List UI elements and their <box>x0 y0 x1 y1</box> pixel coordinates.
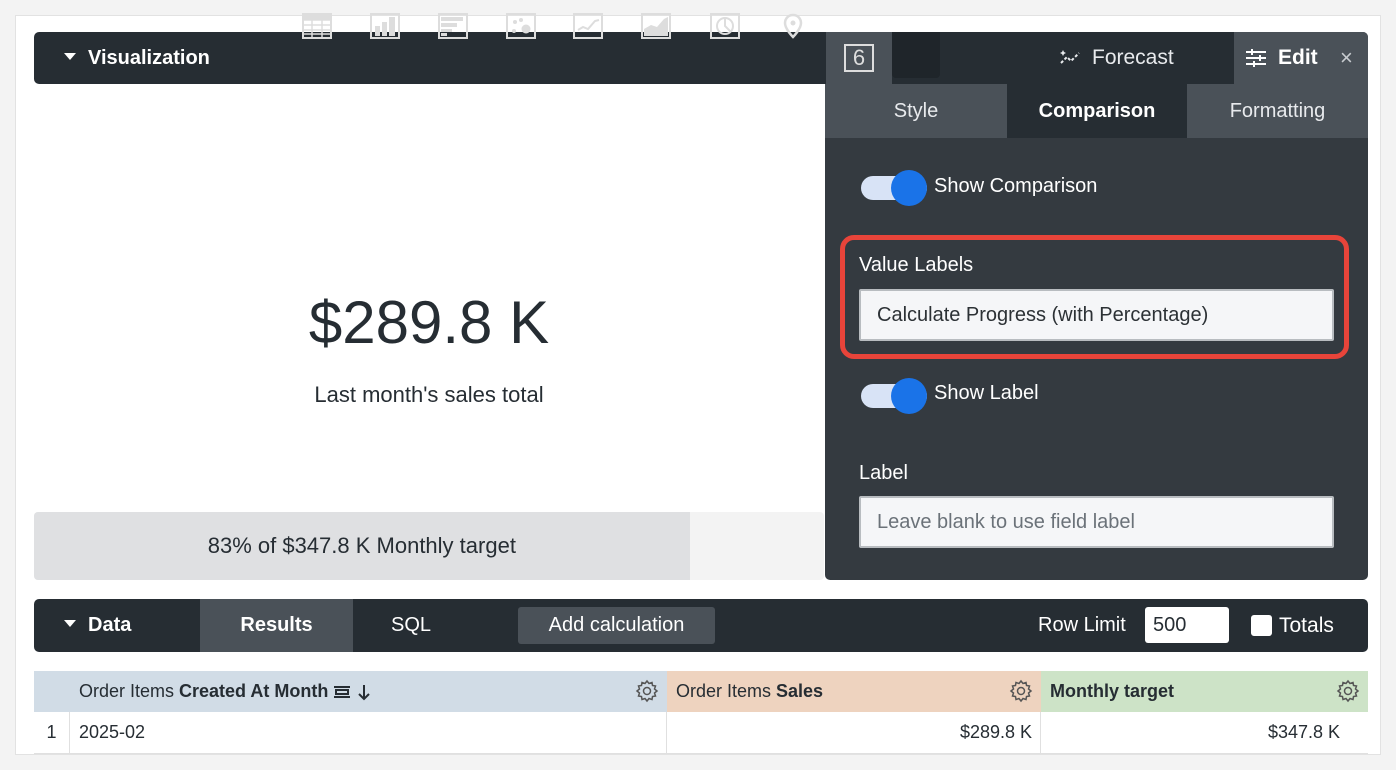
show-comparison-label: Show Comparison <box>934 175 1098 197</box>
forecast-icon <box>1060 50 1080 64</box>
close-icon[interactable]: × <box>1340 46 1353 70</box>
column-name: Monthly target <box>1050 681 1174 701</box>
toggle-knob <box>891 170 927 206</box>
sort-descending-icon[interactable] <box>356 683 372 701</box>
table-cell: $289.8 K <box>667 712 1041 754</box>
more-icon[interactable]: ••• <box>901 12 931 40</box>
totals-checkbox[interactable] <box>1251 615 1272 636</box>
tab-sql[interactable]: SQL <box>353 599 469 652</box>
toggle-knob <box>891 378 927 414</box>
sliders-icon <box>1246 49 1266 67</box>
show-label-toggle[interactable] <box>861 378 927 414</box>
pivot-icon <box>334 685 351 698</box>
data-title: Data <box>88 614 132 636</box>
value-labels-select[interactable]: Calculate Progress (with Percentage) <box>859 289 1334 341</box>
comparison-progress-bar: 83% of $347.8 K Monthly target <box>34 512 824 580</box>
gear-icon[interactable] <box>1009 679 1033 703</box>
gear-icon[interactable] <box>635 679 659 703</box>
column-header-created-month[interactable]: Order Items Created At Month <box>70 671 667 712</box>
label-input[interactable]: Leave blank to use field label <box>859 496 1334 548</box>
add-calculation-button[interactable]: Add calculation <box>518 607 715 644</box>
bar-chart-icon[interactable] <box>438 12 468 40</box>
tab-comparison[interactable]: Comparison <box>1007 84 1187 138</box>
data-bar: Data Results SQL Add calculation Row Lim… <box>34 599 1368 652</box>
area-chart-icon[interactable] <box>641 12 671 40</box>
edit-tabs: Style Comparison Formatting <box>825 84 1368 138</box>
value-labels-label: Value Labels <box>859 254 974 276</box>
tab-results[interactable]: Results <box>200 599 353 652</box>
row-limit-input[interactable]: 500 <box>1145 607 1229 643</box>
label-field-label: Label <box>859 462 908 484</box>
progress-text: 83% of $347.8 K Monthly target <box>207 533 516 558</box>
column-name: Created At Month <box>179 681 329 701</box>
edit-panel: Style Comparison Formatting Show Compari… <box>825 84 1368 580</box>
column-chart-icon[interactable] <box>370 12 400 40</box>
visualization-toggle[interactable]: Visualization <box>64 32 210 84</box>
gear-icon[interactable] <box>1336 679 1360 703</box>
row-limit-label: Row Limit <box>1038 614 1126 636</box>
table-cell: 2025-02 <box>70 712 667 754</box>
show-comparison-toggle[interactable] <box>861 170 927 206</box>
column-header-monthly-target[interactable]: Monthly target <box>1041 671 1368 712</box>
pie-chart-icon[interactable] <box>710 12 740 40</box>
edit-label: Edit <box>1278 46 1318 69</box>
tab-formatting[interactable]: Formatting <box>1187 84 1368 138</box>
caret-down-icon <box>64 620 76 628</box>
edit-button[interactable]: Edit <box>1244 32 1318 84</box>
single-value-subtitle: Last month's sales total <box>314 382 544 407</box>
column-prefix: Order Items <box>79 681 180 701</box>
column-prefix: Order Items <box>676 681 777 701</box>
scatter-chart-icon[interactable] <box>506 12 536 40</box>
single-value-number: $289.8 K <box>308 289 550 356</box>
column-header-sales[interactable]: Order Items Sales <box>667 671 1041 712</box>
row-index-header <box>34 671 70 712</box>
single-value-icon[interactable]: 6 <box>844 44 874 72</box>
forecast-button[interactable]: Forecast <box>1058 32 1174 84</box>
table-cell: $347.8 K <box>1041 712 1368 754</box>
line-chart-icon[interactable] <box>573 12 603 40</box>
column-name: Sales <box>776 681 824 701</box>
table-icon[interactable] <box>302 12 332 40</box>
tab-style[interactable]: Style <box>825 84 1007 138</box>
totals-label: Totals <box>1279 614 1334 637</box>
data-toggle[interactable]: Data <box>64 599 131 652</box>
row-index: 1 <box>34 712 70 754</box>
caret-down-icon <box>64 53 76 61</box>
map-pin-icon[interactable] <box>778 12 808 40</box>
forecast-label: Forecast <box>1092 46 1174 69</box>
show-label-label: Show Label <box>934 382 1039 404</box>
visualization-title: Visualization <box>88 47 210 69</box>
